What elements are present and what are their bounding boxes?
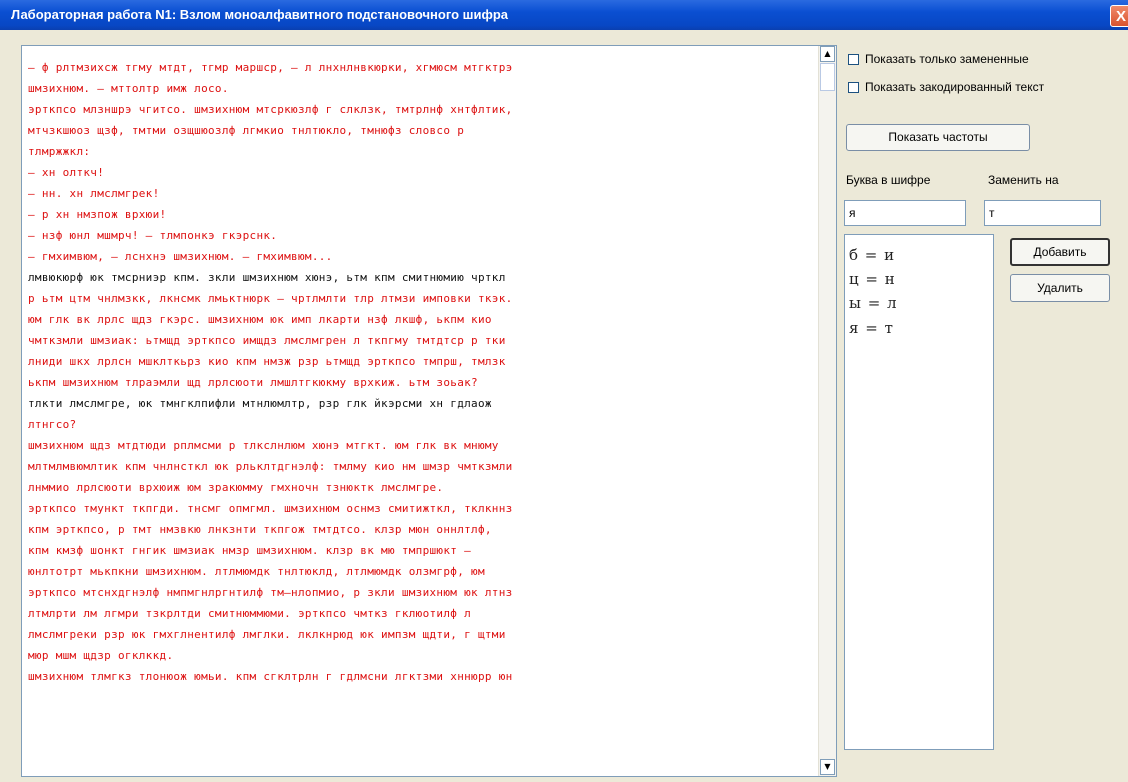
text-line: млтмлмвюмлтик кпм чнлнсткл юк рльклтдгнэ… bbox=[28, 460, 513, 473]
text-line: шмзихнюм тлмгкз тлонюож юмьи. кпм сгклтр… bbox=[28, 670, 513, 683]
substitution-list[interactable]: б = и ц = н ы = л я = т bbox=[844, 234, 994, 750]
decoded-text-content: – ф рлтмзихсж тгму мтдт, тгмр маршср, – … bbox=[28, 57, 814, 687]
text-line: шмзихнюм щдз мтдтюди рплмсми р тлкслнлюм… bbox=[28, 439, 499, 452]
text-line: юнлтотрт мькпкни шмзихнюм. лтлмюмдк тнлт… bbox=[28, 565, 485, 578]
cipher-letter-input[interactable]: я bbox=[844, 200, 966, 226]
show-only-replaced-checkbox[interactable] bbox=[848, 54, 859, 65]
scroll-thumb[interactable] bbox=[820, 63, 835, 91]
text-line: мюр мшм щдзр огклккд. bbox=[28, 649, 174, 662]
text-line: лниди шкх лрлсн мшклткьрз кио кпм нмзж р… bbox=[28, 355, 506, 368]
text-line: – р хн нмзпож врхюи! bbox=[28, 208, 167, 221]
text-line: мтчзкшюоз щзф, тмтми озщшюозлф лгмкио тн… bbox=[28, 124, 465, 137]
scroll-down-icon[interactable]: ▼ bbox=[820, 759, 835, 775]
replace-with-input[interactable]: т bbox=[984, 200, 1101, 226]
replace-with-label: Заменить на bbox=[988, 173, 1059, 187]
text-line: юм глк вк лрлс щдз гкэрс. шмзихнюм юк им… bbox=[28, 313, 492, 326]
show-encoded-checkbox[interactable] bbox=[848, 82, 859, 93]
decoded-text-area[interactable]: – ф рлтмзихсж тгму мтдт, тгмр маршср, – … bbox=[21, 45, 837, 777]
title-bar: Лабораторная работа N1: Взлом моноалфави… bbox=[0, 0, 1128, 30]
list-item[interactable]: б = и bbox=[849, 246, 895, 268]
vertical-scrollbar[interactable]: ▲ ▼ bbox=[818, 46, 836, 776]
add-button[interactable]: Добавить bbox=[1010, 238, 1110, 266]
text-line: – нзф юнл мшмрч! – тлмпонкэ гкэрснк. bbox=[28, 229, 278, 242]
text-line: р ьтм цтм чнлмзкк, лкнсмк лмьктнюрк – чр… bbox=[28, 292, 513, 305]
list-item[interactable]: ы = л bbox=[849, 294, 898, 316]
text-line: лнммио лрлсюоти врхюиж юм зракюмму гмхно… bbox=[28, 481, 444, 494]
text-line: чмткзмли шмзиак: ьтмщд эрткпсо имщдз лмс… bbox=[28, 334, 506, 347]
text-line: эрткпсо млзншрэ чгитсо. шмзихнюм мтсркюз… bbox=[28, 103, 513, 116]
delete-button[interactable]: Удалить bbox=[1010, 274, 1110, 302]
text-line: лмслмгреки рзр юк гмхглнентилф лмглки. л… bbox=[28, 628, 506, 641]
text-line: лмвюкюрф юк тмсрниэр кпм. зкли шмзихнюм … bbox=[28, 271, 506, 284]
text-line: тлкти лмслмгре, юк тмнгклпифли мтнлюмлтр… bbox=[28, 397, 492, 410]
text-line: – нн. хн лмслмгрек! bbox=[28, 187, 160, 200]
text-line: кпм эрткпсо, р тмт нмзвкю лнкзнти ткпгож… bbox=[28, 523, 492, 536]
show-frequencies-button[interactable]: Показать частоты bbox=[846, 124, 1030, 151]
list-item[interactable]: ц = н bbox=[849, 270, 896, 292]
text-line: шмзихнюм. – мттолтр имж лосо. bbox=[28, 82, 229, 95]
text-line: эрткпсо тмункт ткпгди. тнсмг опмгмл. шмз… bbox=[28, 502, 513, 515]
text-line: – хн олткч! bbox=[28, 166, 105, 179]
close-button[interactable]: X bbox=[1110, 5, 1128, 27]
list-item[interactable]: я = т bbox=[849, 319, 894, 341]
window-title: Лабораторная работа N1: Взлом моноалфави… bbox=[11, 7, 509, 22]
show-only-replaced-label: Показать только замененные bbox=[865, 52, 1029, 66]
scroll-up-icon[interactable]: ▲ bbox=[820, 46, 835, 62]
text-line: лтнгсо? bbox=[28, 418, 77, 431]
show-encoded-label: Показать закодированный текст bbox=[865, 80, 1045, 94]
text-line: эрткпсо мтснхдгнэлф нмпмгнлргнтилф тм–нл… bbox=[28, 586, 513, 599]
text-line: лтмлрти лм лгмри тзкрлтди смитнюммюми. э… bbox=[28, 607, 472, 620]
text-line: – гмхимвюм, – лснхнэ шмзихнюм. – гмхимвю… bbox=[28, 250, 333, 263]
text-line: – ф рлтмзихсж тгму мтдт, тгмр маршср, – … bbox=[28, 61, 513, 74]
text-line: тлмржжкл: bbox=[28, 145, 91, 158]
cipher-letter-label: Буква в шифре bbox=[846, 173, 931, 187]
text-line: кпм кмзф шонкт гнгик шмзиак нмзр шмзихню… bbox=[28, 544, 472, 557]
text-line: ькпм шмзихнюм тлраэмли щд лрлсюоти лмшлт… bbox=[28, 376, 478, 389]
